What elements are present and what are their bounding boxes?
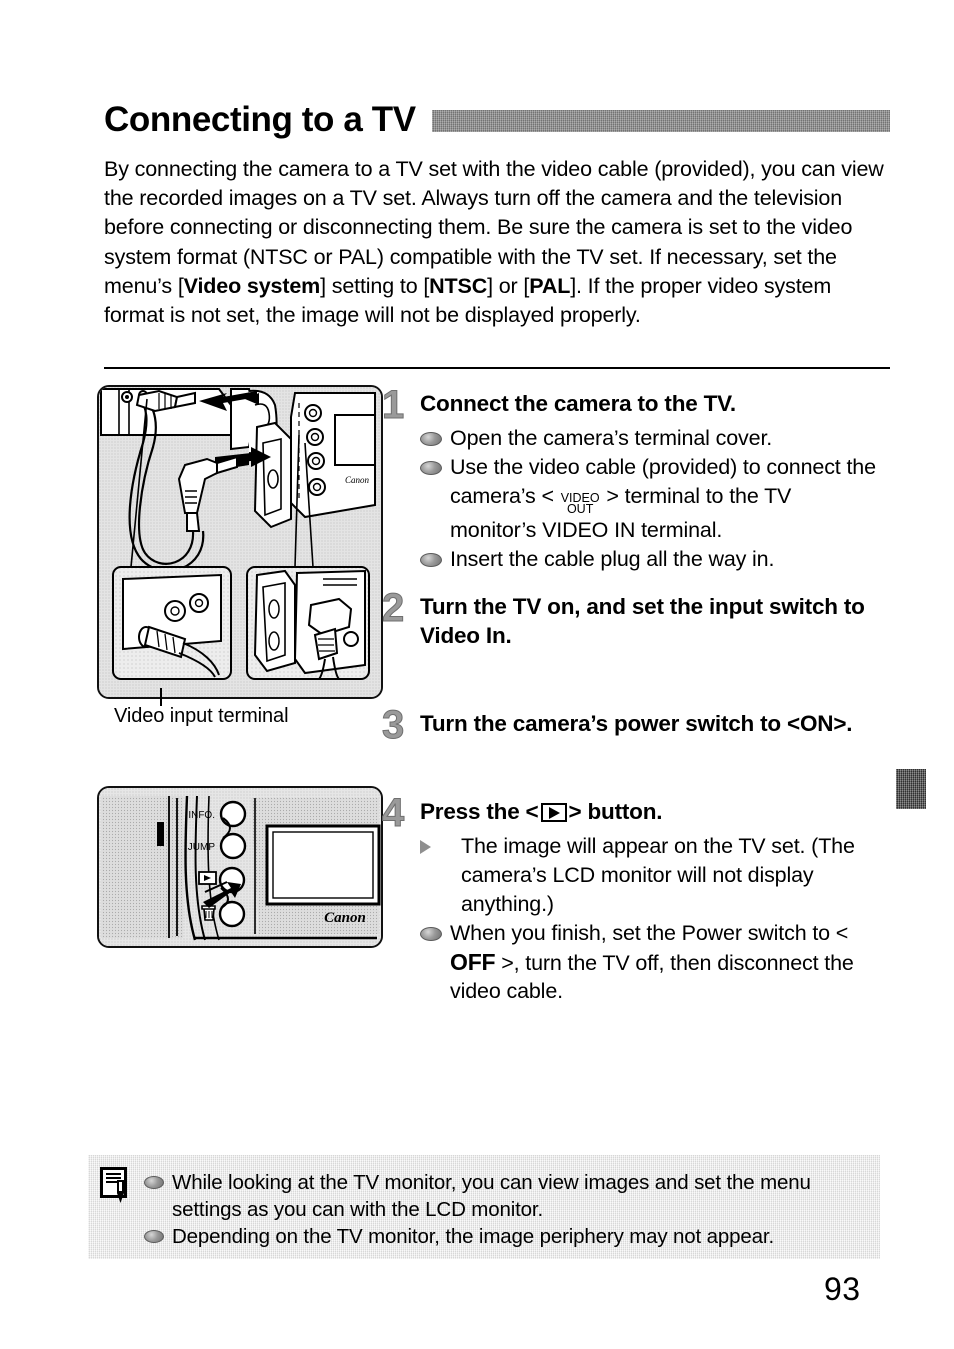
note-callout-box: While looking at the TV monitor, you can… — [88, 1155, 880, 1259]
round-bullet-icon — [144, 1230, 164, 1243]
emphasis: NTSC — [429, 273, 488, 298]
step-3-number: 3 — [382, 703, 405, 747]
svg-text:INFO.: INFO. — [188, 810, 215, 821]
note-text: Depending on the TV monitor, the image p… — [172, 1225, 774, 1248]
step-4-bullet-list: The image will appear on the TV set. (Th… — [420, 832, 882, 1006]
bullet-item: Use the video cable (provided) to connec… — [420, 453, 882, 545]
step-2: 2 Turn the TV on, and set the input swit… — [382, 586, 882, 650]
step-3-title: Turn the camera’s power switch to <ON>. — [420, 711, 853, 736]
step-1: 1 Connect the camera to the TV. Open the… — [382, 383, 882, 574]
step-4-number: 4 — [382, 791, 405, 835]
camera-back-illustration: Canon INFO. JUMP — [99, 788, 381, 946]
emphasis: Video system — [183, 273, 321, 298]
bullet-text: When you finish, set the Power switch to… — [450, 920, 854, 1004]
intro-paragraph: By connecting the camera to a TV set wit… — [104, 157, 884, 328]
round-bullet-icon — [420, 461, 442, 476]
step-1-bullet-list: Open the camera’s terminal cover. Use the… — [420, 424, 882, 573]
step-1-heading: 1 Connect the camera to the TV. — [382, 383, 882, 427]
step-1-number: 1 — [382, 383, 405, 427]
page-number: 93 — [824, 1271, 861, 1307]
step-3: 3 Turn the camera’s power switch to <ON>… — [382, 703, 882, 747]
bullet-item: When you finish, set the Power switch to… — [420, 919, 882, 1006]
step-3-heading: 3 Turn the camera’s power switch to <ON>… — [382, 703, 882, 747]
step-1-title: Connect the camera to the TV. — [420, 391, 736, 416]
bullet-item: The image will appear on the TV set. (Th… — [420, 832, 882, 918]
triangle-bullet-icon — [420, 840, 453, 855]
emphasis: PAL — [529, 273, 571, 298]
figure-camera-tv-connection: Canon — [97, 385, 383, 699]
round-bullet-icon — [144, 1176, 164, 1189]
power-off-label: OFF — [450, 948, 496, 975]
section-divider — [104, 367, 890, 369]
svg-text:JUMP: JUMP — [188, 842, 216, 853]
bullet-item: Insert the cable plug all the way in. — [420, 545, 882, 574]
figure-camera-back-buttons: Canon INFO. JUMP — [97, 786, 383, 948]
bullet-text: Insert the cable plug all the way in. — [450, 546, 775, 571]
bullet-text: Open the camera’s terminal cover. — [450, 426, 773, 451]
note-items: While looking at the TV monitor, you can… — [144, 1169, 866, 1250]
caption-leader-line — [160, 688, 162, 706]
round-bullet-icon — [420, 552, 442, 567]
note-item: Depending on the TV monitor, the image p… — [144, 1223, 866, 1250]
step-2-number: 2 — [382, 586, 405, 630]
video-out-terminal-icon: VIDEO OUT — [560, 490, 600, 517]
step-2-title: Turn the TV on, and set the input switch… — [420, 594, 865, 648]
playback-button-icon — [540, 803, 567, 822]
bullet-text: Use the video cable (provided) to connec… — [450, 455, 876, 542]
page-margin-tab — [896, 769, 926, 809]
connection-illustration: Canon — [99, 387, 381, 697]
title-rule-bar — [431, 110, 890, 132]
step-4-title: Press the < > button. — [420, 799, 663, 824]
svg-text:Canon: Canon — [345, 475, 370, 485]
note-pencil-icon — [100, 1167, 127, 1203]
bullet-item: Open the camera’s terminal cover. — [420, 424, 882, 453]
page-header: Connecting to a TV — [104, 96, 890, 142]
figure-caption-video-input-terminal: Video input terminal — [114, 705, 289, 727]
svg-text:Canon: Canon — [324, 910, 366, 926]
round-bullet-icon — [420, 926, 442, 941]
bullet-text: The image will appear on the TV set. (Th… — [461, 834, 855, 916]
note-text: While looking at the TV monitor, you can… — [172, 1171, 811, 1221]
round-bullet-icon — [420, 432, 442, 447]
note-item: While looking at the TV monitor, you can… — [144, 1169, 866, 1223]
page-title: Connecting to a TV — [104, 99, 416, 139]
step-2-heading: 2 Turn the TV on, and set the input swit… — [382, 586, 882, 650]
step-4: 4 Press the < > button. The image will ap… — [382, 791, 882, 1006]
step-4-heading: 4 Press the < > button. — [382, 791, 882, 835]
